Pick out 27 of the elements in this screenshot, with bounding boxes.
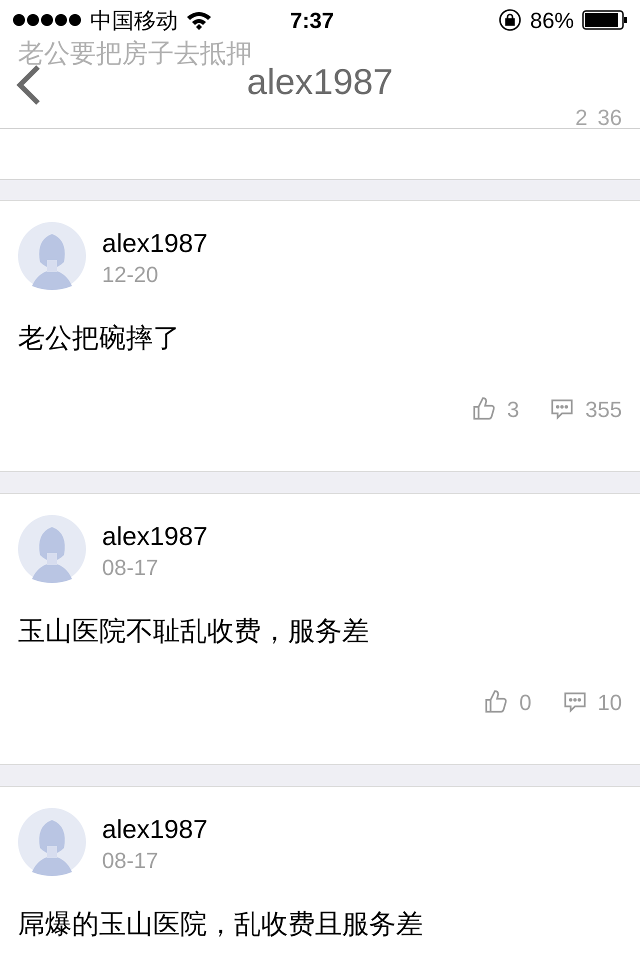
post-date: 08-17 [102, 554, 160, 582]
avatar [18, 515, 86, 583]
like-count: 3 [507, 396, 520, 424]
battery-percent: 86% [530, 6, 574, 34]
signal-icon [12, 13, 82, 27]
thumbs-up-icon [483, 689, 510, 715]
clock: 7:37 [290, 6, 334, 34]
avatar [18, 808, 86, 876]
rotation-lock-icon [498, 8, 522, 32]
thumbs-up-icon [471, 396, 498, 422]
comment-count: 355 [585, 396, 622, 424]
like-count: 0 [519, 688, 532, 716]
comment-count: 36 [598, 104, 622, 132]
battery-icon [582, 10, 628, 30]
like-count: 2 [575, 104, 588, 132]
author-name[interactable]: alex1987 [102, 226, 208, 260]
comment-count: 10 [598, 688, 622, 716]
post-text: 屌爆的玉山医院，乱收费且服务差 [18, 908, 424, 941]
post-date: 08-17 [102, 847, 160, 875]
author-name[interactable]: alex1987 [102, 519, 208, 553]
carrier-name: 中国移动 [90, 6, 178, 34]
post-text: 玉山医院不耻乱收费，服务差 [18, 615, 370, 648]
post-text: 老公把碗摔了 [18, 322, 181, 355]
wifi-icon [186, 10, 212, 30]
post-date: 12-20 [102, 261, 160, 289]
avatar [18, 222, 86, 290]
author-name[interactable]: alex1987 [102, 812, 208, 846]
